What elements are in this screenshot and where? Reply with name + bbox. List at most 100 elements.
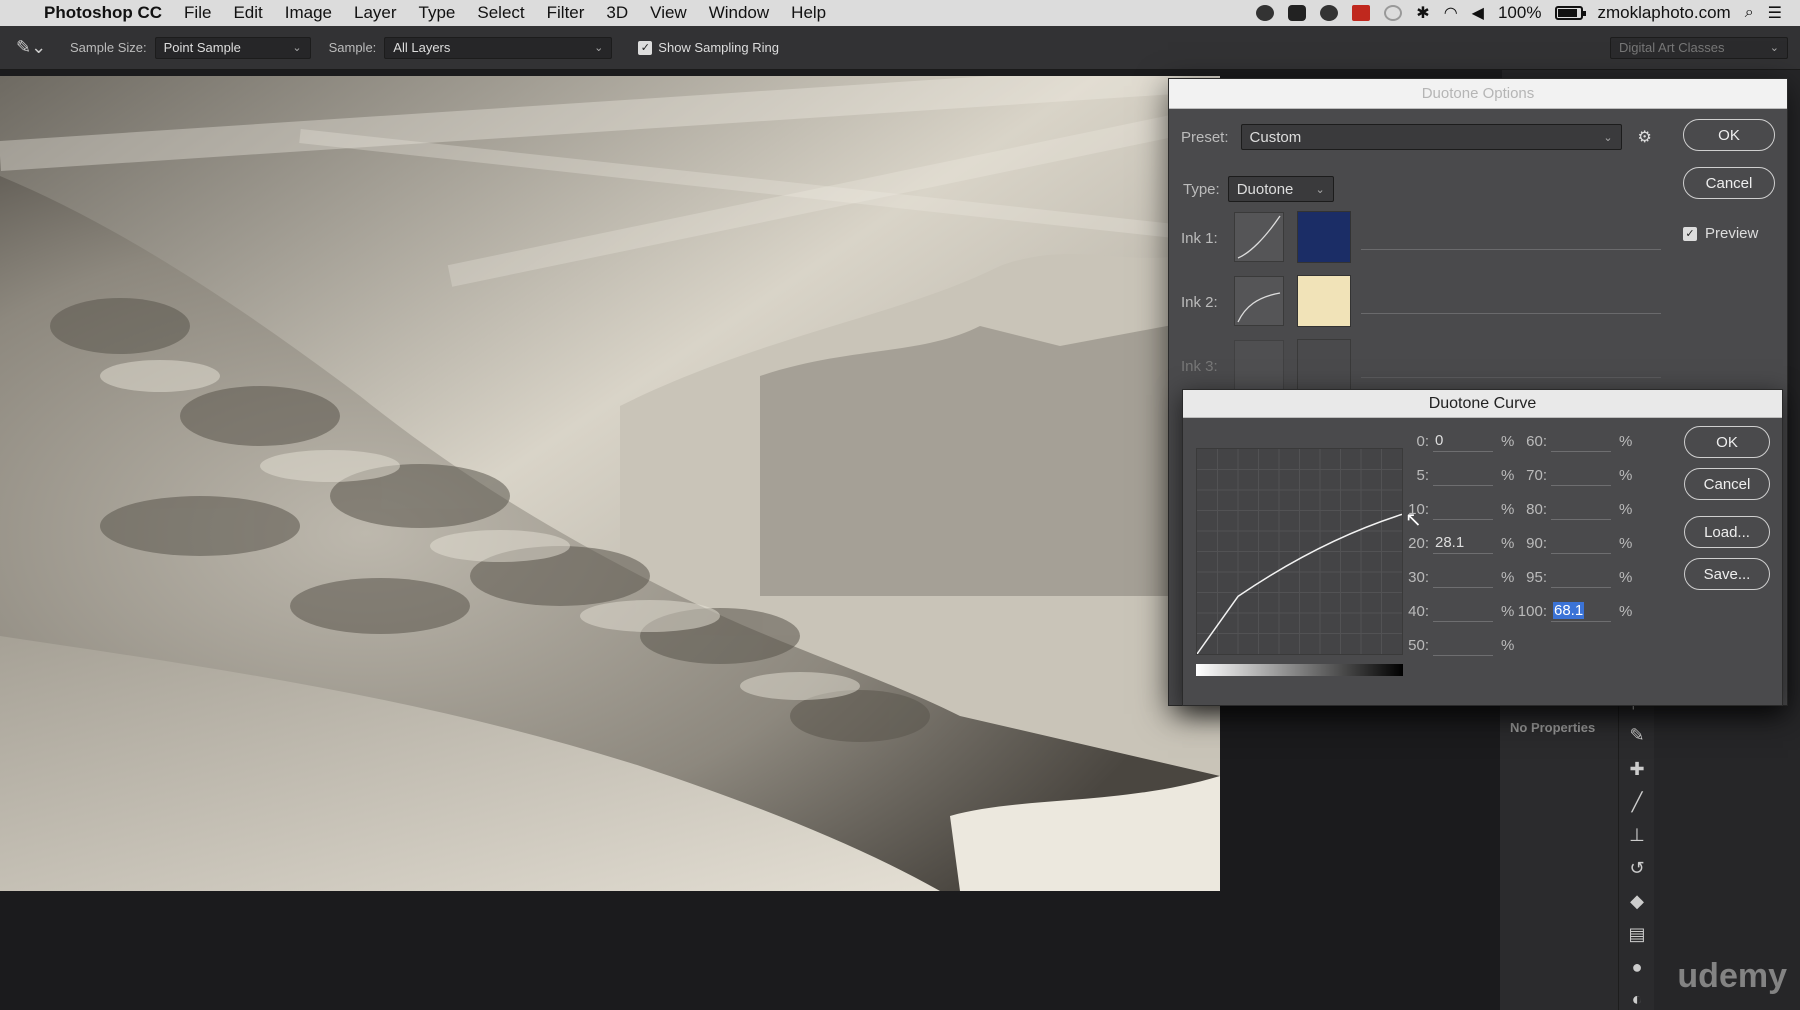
curve-field-60: 60: % xyxy=(1507,430,1632,452)
field-input[interactable]: 0 xyxy=(1433,430,1493,452)
field-input-selected[interactable]: 68.1 xyxy=(1551,600,1611,622)
eyedropper-tool-icon[interactable]: ✎⌄ xyxy=(16,37,52,58)
preview-checkbox[interactable]: ✓ xyxy=(1683,226,1697,241)
curve-field-100: 100: 68.1 % xyxy=(1507,600,1632,622)
show-ring-label: Show Sampling Ring xyxy=(658,40,779,55)
history-brush-icon[interactable]: ↺ xyxy=(1619,853,1655,883)
menu-file[interactable]: File xyxy=(184,3,211,23)
cloud-icon[interactable] xyxy=(1256,5,1275,21)
menu-view[interactable]: View xyxy=(650,3,687,23)
clone-stamp-icon[interactable]: ⊥ xyxy=(1619,820,1655,850)
sample-size-value: Point Sample xyxy=(163,40,241,55)
ok-button[interactable]: OK xyxy=(1683,119,1775,151)
wifi-icon[interactable]: ◠ xyxy=(1444,3,1458,23)
field-input[interactable] xyxy=(1551,498,1611,520)
curve-field-40: 40: % xyxy=(1397,600,1514,622)
record-icon[interactable] xyxy=(1352,5,1371,21)
field-label: 40: xyxy=(1408,602,1429,620)
menu-window[interactable]: Window xyxy=(709,3,769,23)
preset-select[interactable]: Custom ⌄ xyxy=(1240,124,1622,150)
menu-3d[interactable]: 3D xyxy=(606,3,628,23)
duotone-curve-dialog: Duotone Curve 0: 0 % 5: % 10: % 20: 28.1… xyxy=(1182,389,1783,706)
evernote-icon[interactable] xyxy=(1288,5,1307,21)
volume-icon[interactable]: ◀ xyxy=(1472,3,1484,23)
preset-label: Preset: xyxy=(1181,128,1229,146)
options-bar: ✎⌄ Sample Size: Point Sample ⌄ Sample: A… xyxy=(0,26,1800,70)
curve-ok-button[interactable]: OK xyxy=(1684,426,1770,458)
curve-save-button[interactable]: Save... xyxy=(1684,558,1770,590)
chevron-down-icon: ⌄ xyxy=(594,42,604,54)
menu-select[interactable]: Select xyxy=(477,3,524,23)
field-input[interactable] xyxy=(1433,498,1493,520)
percent-sign: % xyxy=(1619,500,1633,518)
type-select[interactable]: Duotone ⌄ xyxy=(1227,176,1334,202)
menu-edit[interactable]: Edit xyxy=(233,3,262,23)
ink1-curve-thumbnail[interactable] xyxy=(1234,212,1284,262)
sample-select[interactable]: All Layers ⌄ xyxy=(384,36,613,59)
search-icon[interactable]: ⌕ xyxy=(1745,4,1754,22)
curve-field-30: 30: % xyxy=(1397,566,1514,588)
site-name[interactable]: zmoklaphoto.com xyxy=(1597,3,1730,23)
field-input[interactable] xyxy=(1433,566,1493,588)
field-label: 60: xyxy=(1526,432,1547,450)
ink2-name-field[interactable] xyxy=(1361,313,1661,314)
menu-help[interactable]: Help xyxy=(791,3,826,23)
app-name[interactable]: Photoshop CC xyxy=(44,3,162,23)
field-label: 80: xyxy=(1526,500,1547,518)
percent-sign: % xyxy=(1619,466,1633,484)
ink1-label: Ink 1: xyxy=(1181,230,1218,247)
curve-load-button[interactable]: Load... xyxy=(1684,516,1770,548)
workspace-value: Digital Art Classes xyxy=(1619,40,1725,55)
field-input[interactable]: 28.1 xyxy=(1433,532,1493,554)
ink1-name-field[interactable] xyxy=(1361,249,1661,250)
field-input[interactable] xyxy=(1551,566,1611,588)
brush-tool-icon[interactable]: ╱ xyxy=(1619,787,1655,817)
field-label: 30: xyxy=(1408,568,1429,586)
ink3-name-field xyxy=(1361,377,1661,378)
show-ring-checkbox[interactable]: ✓ xyxy=(638,40,653,55)
ink2-label: Ink 2: xyxy=(1181,294,1218,311)
field-input[interactable] xyxy=(1433,634,1493,656)
field-input[interactable] xyxy=(1433,464,1493,486)
chevron-down-icon: ⌄ xyxy=(1769,42,1779,54)
field-input[interactable] xyxy=(1551,464,1611,486)
healing-brush-icon[interactable]: ✚ xyxy=(1619,754,1655,784)
workspace-select[interactable]: Digital Art Classes ⌄ xyxy=(1610,36,1788,59)
field-input[interactable] xyxy=(1551,430,1611,452)
chevron-down-icon: ⌄ xyxy=(1315,183,1325,196)
ink2-color-swatch[interactable] xyxy=(1297,275,1351,327)
curve-field-20: 20: 28.1 % xyxy=(1397,532,1514,554)
cancel-button[interactable]: Cancel xyxy=(1683,167,1775,199)
eraser-tool-icon[interactable]: ◆ xyxy=(1619,886,1655,916)
percent-sign: % xyxy=(1619,602,1633,620)
battery-percent[interactable]: 100% xyxy=(1498,3,1541,23)
dodge-tool-icon[interactable]: ◐ xyxy=(1619,984,1655,1010)
field-label: 90: xyxy=(1526,534,1547,552)
creative-cloud-icon[interactable] xyxy=(1320,5,1339,21)
document-image[interactable] xyxy=(0,76,1220,891)
gradient-tool-icon[interactable]: ▤ xyxy=(1619,919,1655,949)
battery-icon[interactable] xyxy=(1555,6,1587,20)
sample-size-select[interactable]: Point Sample ⌄ xyxy=(154,36,311,59)
battery-fill xyxy=(1558,9,1578,17)
curve-field-5: 5: % xyxy=(1397,464,1514,486)
properties-panel xyxy=(1500,690,1618,1010)
blur-tool-icon[interactable]: ● xyxy=(1619,952,1655,982)
field-input[interactable] xyxy=(1433,600,1493,622)
menu-filter[interactable]: Filter xyxy=(547,3,585,23)
eyedropper-tool-icon[interactable]: ✎ xyxy=(1619,720,1655,750)
menu-tray: ✱ ◠ ◀ 100% zmoklaphoto.com ⌕ ☰ xyxy=(1256,3,1800,23)
ink1-color-swatch[interactable] xyxy=(1297,211,1351,263)
ink2-curve-thumbnail[interactable] xyxy=(1234,276,1284,326)
time-machine-icon[interactable] xyxy=(1384,5,1403,21)
gear-icon[interactable]: ⚙ xyxy=(1638,127,1652,147)
preset-value: Custom xyxy=(1249,128,1302,146)
menu-image[interactable]: Image xyxy=(285,3,332,23)
list-icon[interactable]: ☰ xyxy=(1768,3,1782,23)
field-input[interactable] xyxy=(1551,532,1611,554)
menu-type[interactable]: Type xyxy=(419,3,456,23)
bluetooth-icon[interactable]: ✱ xyxy=(1416,3,1429,23)
curve-graph[interactable] xyxy=(1196,448,1403,655)
curve-cancel-button[interactable]: Cancel xyxy=(1684,468,1770,500)
menu-layer[interactable]: Layer xyxy=(354,3,397,23)
